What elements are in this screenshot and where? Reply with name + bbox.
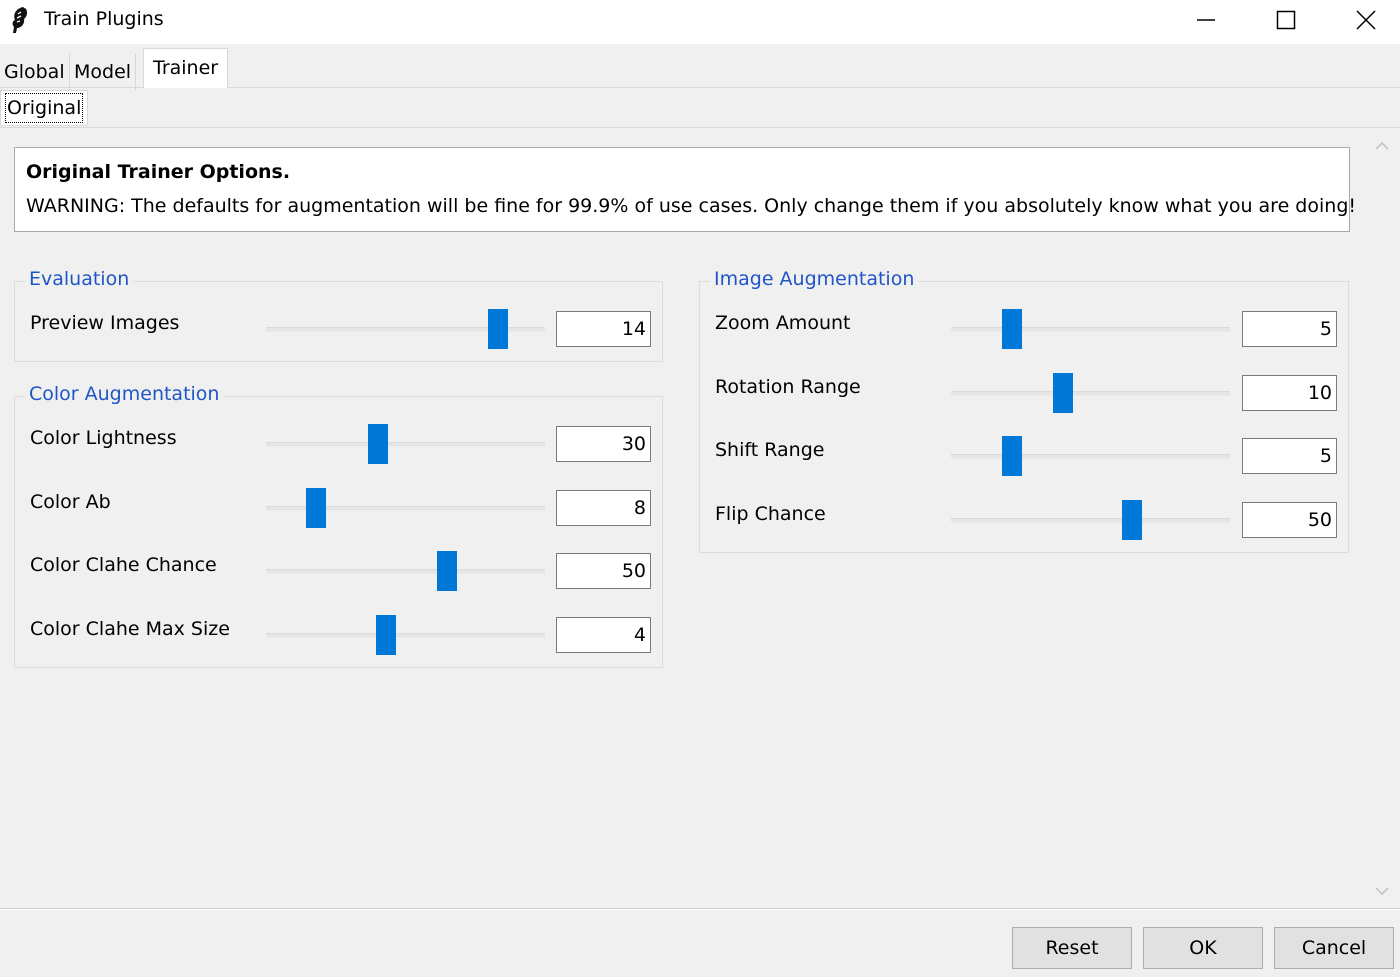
option-label: Preview Images [30,312,180,334]
slider-flip-chance[interactable] [951,500,1230,540]
slider-rotation-range[interactable] [951,373,1230,413]
option-label: Color Clahe Max Size [30,618,230,640]
slider-zoom-amount[interactable] [951,309,1230,349]
minimize-icon [1197,19,1215,21]
maximize-icon [1276,10,1296,30]
close-button[interactable] [1326,0,1400,40]
tab-trainer[interactable]: Trainer [143,48,229,88]
slider-track [951,518,1230,523]
scroll-down-button[interactable] [1372,881,1392,901]
slider-thumb[interactable] [1002,436,1023,476]
bottom-separator [0,908,1400,910]
slider-color-lightness[interactable] [266,424,545,464]
group-title-image-augmentation: Image Augmentation [710,268,919,290]
close-icon [1356,10,1376,30]
option-label: Color Clahe Chance [30,554,217,576]
slider-track [266,633,545,638]
spin-rotation-range[interactable]: 10 [1242,375,1337,411]
train-plugins-window: Train Plugins Global Model Trainer Origi… [0,0,1400,977]
option-label: Rotation Range [715,376,861,398]
spin-shift-range[interactable]: 5 [1242,438,1337,474]
option-label: Zoom Amount [715,312,851,334]
subtab-original-label: Original [5,93,84,123]
group-title-evaluation: Evaluation [25,268,134,290]
slider-thumb[interactable] [306,488,327,528]
slider-thumb[interactable] [1002,309,1023,349]
option-label: Color Ab [30,491,111,513]
spin-color-ab[interactable]: 8 [556,490,651,526]
slider-thumb[interactable] [1122,500,1143,540]
group-title-color-augmentation: Color Augmentation [25,383,224,405]
subtab-original[interactable]: Original [0,90,89,126]
spin-color-clahe-max-size[interactable]: 4 [556,617,651,653]
option-label: Color Lightness [30,427,177,449]
slider-thumb[interactable] [375,615,396,655]
info-panel: Original Trainer Options. WARNING: The d… [14,147,1356,232]
group-color-augmentation: Color Augmentation Color Lightness 30 Co… [14,383,663,668]
slider-color-clahe-chance[interactable] [266,551,545,591]
tab-global[interactable]: Global [0,54,70,90]
cancel-button[interactable]: Cancel [1274,927,1394,969]
feather-icon [9,6,31,34]
maximize-button[interactable] [1246,0,1326,40]
info-warning-text: WARNING: The defaults for augmentation w… [26,195,1356,217]
slider-thumb[interactable] [437,551,458,591]
chevron-down-icon [1375,887,1389,896]
slider-thumb[interactable] [367,424,388,464]
tab-model[interactable]: Model [70,54,137,90]
slider-track [951,391,1230,396]
spin-color-clahe-chance[interactable]: 50 [556,553,651,589]
option-label: Flip Chance [715,503,826,525]
spin-flip-chance[interactable]: 50 [1242,502,1337,538]
title-bar[interactable]: Train Plugins [0,0,1400,44]
reset-button[interactable]: Reset [1012,927,1132,969]
slider-track [951,454,1230,459]
info-title: Original Trainer Options. [26,161,291,183]
tab-bar: Global Model Trainer [0,44,1400,90]
group-image-augmentation: Image Augmentation Zoom Amount 5 Rotatio… [699,268,1349,553]
group-evaluation: Evaluation Preview Images 14 [14,268,663,362]
option-label: Shift Range [715,439,825,461]
slider-thumb[interactable] [1052,373,1073,413]
slider-color-clahe-max-size[interactable] [266,615,545,655]
scroll-up-button[interactable] [1372,136,1392,156]
slider-color-ab[interactable] [266,488,545,528]
spin-preview-images[interactable]: 14 [556,311,651,347]
slider-preview-images[interactable] [266,309,545,349]
slider-track [266,442,545,447]
window-title: Train Plugins [44,8,164,30]
slider-track [951,327,1230,332]
ok-button[interactable]: OK [1143,927,1263,969]
slider-shift-range[interactable] [951,436,1230,476]
slider-thumb[interactable] [487,309,508,349]
chevron-up-icon [1375,141,1389,150]
spin-zoom-amount[interactable]: 5 [1242,311,1337,347]
minimize-button[interactable] [1166,0,1246,40]
spin-color-lightness[interactable]: 30 [556,426,651,462]
subtab-bar: Original [0,88,1400,128]
slider-track [266,569,545,574]
